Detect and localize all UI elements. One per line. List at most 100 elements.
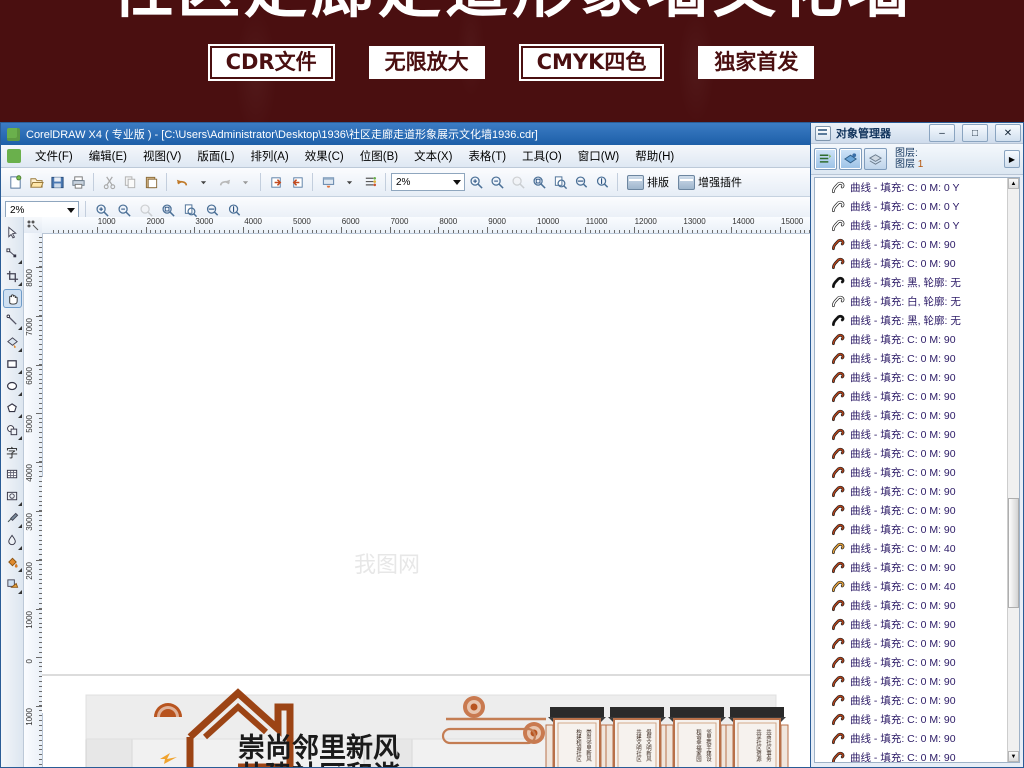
zoom-out-icon[interactable] xyxy=(487,172,507,192)
object-list-item[interactable]: 曲线 - 填充: C: 0 M: 90 xyxy=(815,425,1008,444)
menu-item-text[interactable]: 文本(X) xyxy=(406,146,460,166)
docker-options-button[interactable]: ▶ xyxy=(1004,150,1020,168)
copy-icon[interactable] xyxy=(120,172,140,192)
flyout-arrow-icon[interactable] xyxy=(17,520,22,528)
flyout-arrow-icon[interactable] xyxy=(17,366,22,374)
object-list-item[interactable]: 曲线 - 填充: C: 0 M: 90 xyxy=(815,349,1008,368)
vertical-ruler[interactable]: 8000 7000 6000 5000 4000 3000 2000 1000 0 1000 xyxy=(24,233,43,767)
object-list-item[interactable]: 曲线 - 填充: C: 0 M: 90 xyxy=(815,615,1008,634)
drawing-canvas[interactable]: 1000 2000 3000 4000 5000 6000 7000 8000 9000 1000… xyxy=(24,217,810,767)
menu-item-tools[interactable]: 工具(O) xyxy=(514,146,570,166)
print-icon[interactable] xyxy=(68,172,88,192)
object-list-item[interactable]: 曲线 - 填充: C: 0 M: 90 xyxy=(815,634,1008,653)
options-icon[interactable] xyxy=(360,172,380,192)
shape-tool[interactable] xyxy=(3,245,22,264)
cut-icon[interactable] xyxy=(99,172,119,192)
object-list-item[interactable]: 曲线 - 填充: C: 0 M: 40 xyxy=(815,539,1008,558)
object-list-item[interactable]: 曲线 - 填充: C: 0 M: 90 xyxy=(815,501,1008,520)
ruler-origin-button[interactable] xyxy=(24,217,43,234)
dimension-tool[interactable] xyxy=(3,487,22,506)
object-list-item[interactable]: 曲线 - 填充: C: 0 M: 90 xyxy=(815,710,1008,729)
plugin-enhanced-button[interactable]: 增强插件 xyxy=(674,174,746,190)
freehand-tool[interactable] xyxy=(3,311,22,330)
zoom-to-all-objects-icon[interactable] xyxy=(529,172,549,192)
object-list-item[interactable]: 曲线 - 填充: C: 0 M: 90 xyxy=(815,463,1008,482)
menu-item-layout[interactable]: 版面(L) xyxy=(189,146,242,166)
basic-shapes-tool[interactable] xyxy=(3,421,22,440)
object-list-item[interactable]: 曲线 - 填充: C: 0 M: 90 xyxy=(815,482,1008,501)
flyout-arrow-icon[interactable] xyxy=(17,498,22,506)
object-list-item[interactable]: 曲线 - 填充: C: 0 M: 90 xyxy=(815,368,1008,387)
menu-item-effects[interactable]: 效果(C) xyxy=(297,146,352,166)
polygon-tool[interactable] xyxy=(3,399,22,418)
object-list-item[interactable]: 曲线 - 填充: C: 0 M: 90 xyxy=(815,653,1008,672)
interactive-fill-tool[interactable] xyxy=(3,575,22,594)
new-icon[interactable] xyxy=(5,172,25,192)
rectangle-tool[interactable] xyxy=(3,355,22,374)
export-icon[interactable] xyxy=(287,172,307,192)
scroll-down-button[interactable]: ▼ xyxy=(1008,751,1019,762)
object-list-item[interactable]: 曲线 - 填充: C: 0 M: 90 xyxy=(815,596,1008,615)
docker-titlebar[interactable]: 对象管理器 – □ ✕ xyxy=(811,123,1023,144)
undo-icon[interactable] xyxy=(172,172,192,192)
object-list-item[interactable]: 曲线 - 填充: C: 0 M: 90 xyxy=(815,729,1008,748)
zoom-to-page-width-icon[interactable] xyxy=(571,172,591,192)
menu-item-help[interactable]: 帮助(H) xyxy=(627,146,682,166)
zoom-to-selection-icon[interactable] xyxy=(508,172,528,192)
layer-manager-view-icon[interactable] xyxy=(864,148,887,170)
flyout-arrow-icon[interactable] xyxy=(17,344,22,352)
plugin-layout-button[interactable]: 排版 xyxy=(623,174,673,190)
window-titlebar[interactable]: CorelDRAW X4 ( 专业版 ) - [C:\Users\Adminis… xyxy=(1,123,810,145)
smart-fill-tool[interactable] xyxy=(3,333,22,352)
menu-item-table[interactable]: 表格(T) xyxy=(460,146,514,166)
zoom-level-combo[interactable]: 2% xyxy=(391,173,465,191)
paste-icon[interactable] xyxy=(141,172,161,192)
object-list-item[interactable]: 曲线 - 填充: C: 0 M: 40 xyxy=(815,577,1008,596)
flyout-arrow-icon[interactable] xyxy=(17,564,22,572)
zoom-in-icon[interactable] xyxy=(466,172,486,192)
redo-dropdown-icon[interactable] xyxy=(235,172,255,192)
object-list-item[interactable]: 曲线 - 填充: C: 0 M: 0 Y xyxy=(815,178,1008,197)
horizontal-ruler[interactable]: 1000 2000 3000 4000 5000 6000 7000 8000 9000 1000… xyxy=(42,217,810,234)
flyout-arrow-icon[interactable] xyxy=(17,586,22,594)
object-list-item[interactable]: 曲线 - 填充: C: 0 M: 90 xyxy=(815,406,1008,425)
flyout-arrow-icon[interactable] xyxy=(17,278,22,286)
flyout-arrow-icon[interactable] xyxy=(17,410,22,418)
flyout-arrow-icon[interactable] xyxy=(17,432,22,440)
open-icon[interactable] xyxy=(26,172,46,192)
pick-tool[interactable] xyxy=(3,223,22,242)
menu-item-file[interactable]: 文件(F) xyxy=(27,146,81,166)
object-list-item[interactable]: 曲线 - 填充: C: 0 M: 90 xyxy=(815,330,1008,349)
object-list-scrollbar[interactable]: ▲ ▼ xyxy=(1007,178,1019,762)
chevron-down-icon[interactable] xyxy=(67,208,75,213)
artwork-preview[interactable]: 崇尚邻里新风 共建社区和谐 xyxy=(42,467,810,767)
object-list-item[interactable]: 曲线 - 填充: C: 0 M: 90 xyxy=(815,520,1008,539)
object-list-item[interactable]: 曲线 - 填充: C: 0 M: 90 xyxy=(815,558,1008,577)
flyout-arrow-icon[interactable] xyxy=(17,542,22,550)
object-list-item[interactable]: 曲线 - 填充: C: 0 M: 90 xyxy=(815,672,1008,691)
menu-item-view[interactable]: 视图(V) xyxy=(135,146,189,166)
object-list-item[interactable]: 曲线 - 填充: C: 0 M: 90 xyxy=(815,444,1008,463)
object-list-item[interactable]: 曲线 - 填充: 黑, 轮廓: 无 xyxy=(815,311,1008,330)
application-launcher-icon[interactable] xyxy=(318,172,338,192)
import-icon[interactable] xyxy=(266,172,286,192)
outline-tool[interactable] xyxy=(3,531,22,550)
save-icon[interactable] xyxy=(47,172,67,192)
object-list-item[interactable]: 曲线 - 填充: C: 0 M: 0 Y xyxy=(815,197,1008,216)
menu-item-edit[interactable]: 编辑(E) xyxy=(81,146,135,166)
object-list-item[interactable]: 曲线 - 填充: C: 0 M: 90 xyxy=(815,235,1008,254)
object-list-item[interactable]: 曲线 - 填充: C: 0 M: 0 Y xyxy=(815,216,1008,235)
application-launcher-dropdown-icon[interactable] xyxy=(339,172,359,192)
pan-tool[interactable] xyxy=(2,289,22,308)
menu-item-bitmaps[interactable]: 位图(B) xyxy=(352,146,406,166)
object-list-item[interactable]: 曲线 - 填充: C: 0 M: 90 xyxy=(815,254,1008,273)
edit-across-layers-icon[interactable] xyxy=(839,148,862,170)
menu-item-arrange[interactable]: 排列(A) xyxy=(242,146,296,166)
object-list-item[interactable]: 曲线 - 填充: 黑, 轮廓: 无 xyxy=(815,273,1008,292)
maximize-button[interactable]: □ xyxy=(962,124,988,142)
scrollbar-thumb[interactable] xyxy=(1008,498,1019,608)
crop-tool[interactable] xyxy=(3,267,22,286)
fill-tool[interactable] xyxy=(3,553,22,572)
flyout-arrow-icon[interactable] xyxy=(17,256,22,264)
object-list-item[interactable]: 曲线 - 填充: C: 0 M: 90 xyxy=(815,691,1008,710)
